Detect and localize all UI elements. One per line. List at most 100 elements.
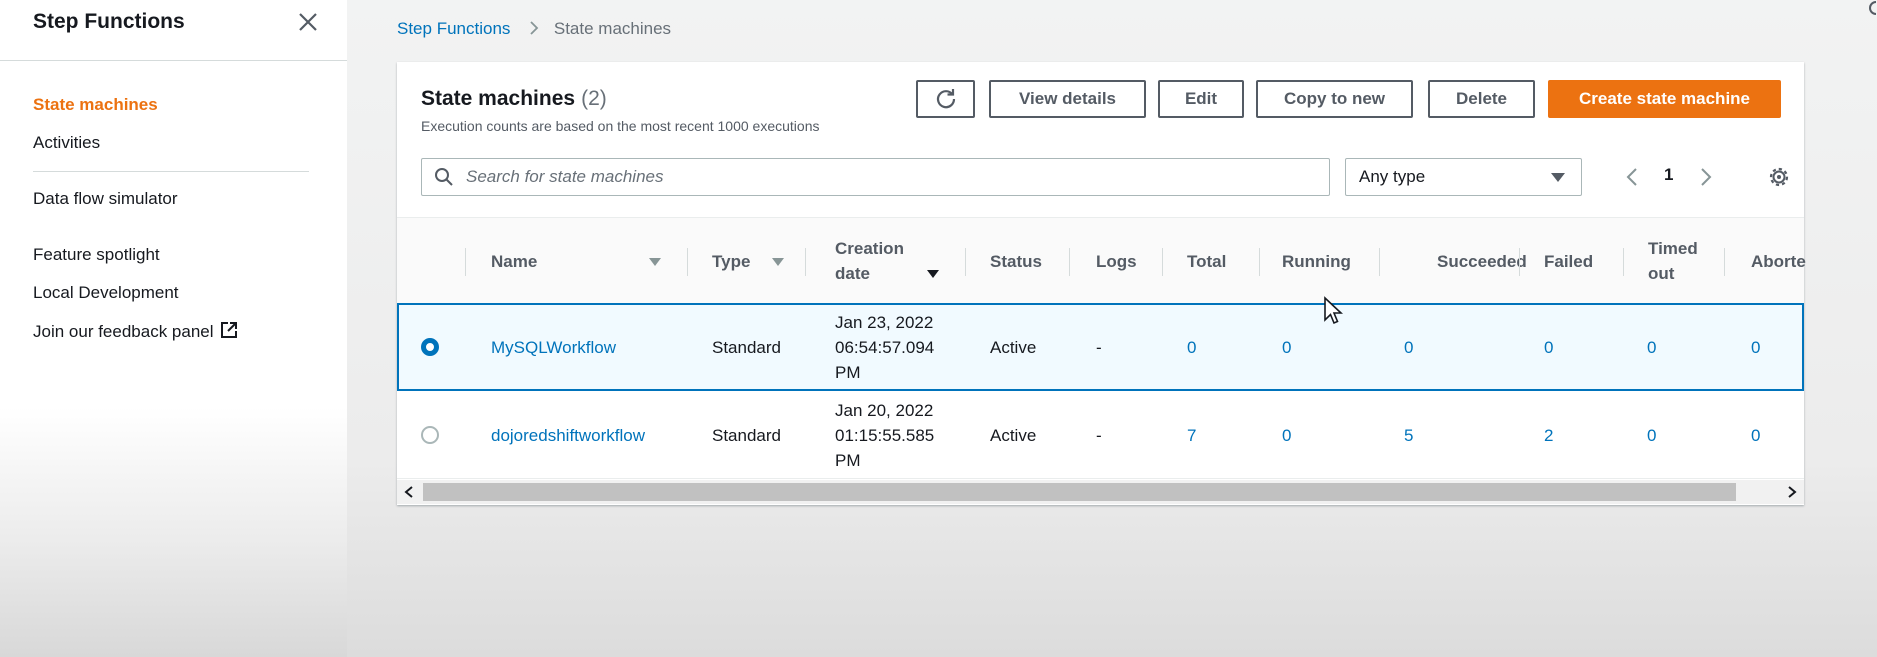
creation-date-cell: Jan 20, 2022 01:15:55.585 PM <box>835 398 934 473</box>
sidebar-item-feature-spotlight[interactable]: Feature spotlight <box>33 245 160 265</box>
sort-caret-active-icon[interactable] <box>927 270 939 278</box>
column-divider <box>805 248 806 276</box>
search-input[interactable] <box>466 167 1329 187</box>
column-header-timed-out[interactable]: Timed out <box>1648 236 1698 286</box>
external-link-icon <box>220 322 237 338</box>
sidebar-item-state-machines[interactable]: State machines <box>33 95 158 115</box>
type-cell: Standard <box>712 338 781 357</box>
sidenav-header: Step Functions <box>0 0 347 61</box>
logs-cell: - <box>1096 426 1102 445</box>
column-divider <box>687 248 688 276</box>
aborted-count-link[interactable]: 0 <box>1751 423 1760 448</box>
sidebar-item-activities[interactable]: Activities <box>33 133 100 153</box>
search-field[interactable] <box>421 158 1330 196</box>
column-divider <box>1379 248 1380 276</box>
creation-date-line: 06:54:57.094 <box>835 338 935 357</box>
failed-count-link[interactable]: 2 <box>1544 423 1553 448</box>
scrollbar-thumb[interactable] <box>423 483 1736 501</box>
refresh-icon <box>936 89 955 109</box>
timed-out-count-link[interactable]: 0 <box>1647 423 1656 448</box>
close-icon[interactable] <box>296 10 320 34</box>
sidebar-item-feedback-panel[interactable]: Join our feedback panel <box>33 321 238 342</box>
state-machine-name-link[interactable]: dojoredshiftworkflow <box>491 423 645 448</box>
column-header-creation-date[interactable]: Creation date <box>835 236 904 286</box>
column-header-succeeded[interactable]: Succeeded <box>1437 249 1527 274</box>
column-header-failed[interactable]: Failed <box>1544 249 1593 274</box>
column-header-status[interactable]: Status <box>990 249 1042 274</box>
copy-to-new-button[interactable]: Copy to new <box>1256 80 1413 118</box>
panel-title-text: State machines <box>421 87 576 110</box>
aborted-count-link[interactable]: 0 <box>1751 335 1760 360</box>
search-icon <box>435 168 453 186</box>
edit-button[interactable]: Edit <box>1158 80 1244 118</box>
panel-title: State machines (2) <box>421 87 607 111</box>
creation-date-cell: Jan 23, 2022 06:54:57.094 PM <box>835 310 934 385</box>
succeeded-count-link[interactable]: 0 <box>1404 335 1413 360</box>
column-divider <box>965 248 966 276</box>
panel-description: Execution counts are based on the most r… <box>421 118 820 134</box>
column-divider <box>1724 248 1725 276</box>
delete-button[interactable]: Delete <box>1428 80 1535 118</box>
sort-caret-icon[interactable] <box>649 258 661 266</box>
total-count-link[interactable]: 7 <box>1187 423 1196 448</box>
view-details-button[interactable]: View details <box>989 80 1146 118</box>
current-page[interactable]: 1 <box>1664 165 1673 185</box>
sidebar-item-local-development[interactable]: Local Development <box>33 283 179 303</box>
type-filter-value: Any type <box>1359 167 1426 186</box>
column-header-logs[interactable]: Logs <box>1096 249 1137 274</box>
creation-date-line: Jan 20, 2022 <box>835 401 934 420</box>
refresh-button[interactable] <box>916 80 975 118</box>
chevron-right-icon[interactable] <box>1699 166 1713 188</box>
column-divider <box>1162 248 1163 276</box>
running-count-link[interactable]: 0 <box>1282 335 1291 360</box>
chevron-left-icon[interactable] <box>1625 166 1639 188</box>
table-row[interactable]: dojoredshiftworkflow Standard Jan 20, 20… <box>397 391 1804 479</box>
create-state-machine-button[interactable]: Create state machine <box>1548 80 1781 118</box>
column-header-total[interactable]: Total <box>1187 249 1226 274</box>
caret-down-icon <box>1551 172 1565 182</box>
column-divider <box>1259 248 1260 276</box>
column-header-name[interactable]: Name <box>491 249 537 274</box>
column-header-type[interactable]: Type <box>712 249 750 274</box>
row-radio[interactable] <box>421 426 439 444</box>
column-header-line: Creation <box>835 239 904 258</box>
column-header-aborted[interactable]: Aborte <box>1751 249 1806 274</box>
status-cell: Active <box>990 426 1037 445</box>
breadcrumb-step-functions[interactable]: Step Functions <box>397 19 510 38</box>
creation-date-line: Jan 23, 2022 <box>835 313 934 332</box>
creation-date-line: PM <box>835 451 861 470</box>
succeeded-count-link[interactable]: 5 <box>1404 423 1413 448</box>
timed-out-count-link[interactable]: 0 <box>1647 335 1656 360</box>
breadcrumb: Step Functions State machines <box>397 19 671 39</box>
column-header-line: date <box>835 264 870 283</box>
column-header-running[interactable]: Running <box>1282 249 1351 274</box>
creation-date-line: 01:15:55.585 <box>835 426 935 445</box>
mouse-cursor-icon <box>1324 296 1343 325</box>
total-count-link[interactable]: 0 <box>1187 335 1196 360</box>
chevron-right-icon <box>530 21 539 35</box>
scroll-right-icon[interactable] <box>1786 485 1798 499</box>
state-machine-name-link[interactable]: MySQLWorkflow <box>491 335 616 360</box>
table-row[interactable]: MySQLWorkflow Standard Jan 23, 2022 06:5… <box>397 303 1804 391</box>
sidebar-item-data-flow-simulator[interactable]: Data flow simulator <box>33 189 178 209</box>
failed-count-link[interactable]: 0 <box>1544 335 1553 360</box>
row-radio[interactable] <box>421 338 439 356</box>
sidebar-item-label: Join our feedback panel <box>33 322 214 341</box>
column-header-line: Timed <box>1648 239 1698 258</box>
column-divider <box>1623 248 1624 276</box>
breadcrumb-state-machines: State machines <box>553 19 672 38</box>
sort-caret-icon[interactable] <box>772 258 784 266</box>
running-count-link[interactable]: 0 <box>1282 423 1291 448</box>
panel-count: (2) <box>581 87 607 110</box>
column-header-line: out <box>1648 264 1675 283</box>
scroll-left-icon[interactable] <box>403 485 415 499</box>
nav-divider <box>33 171 309 172</box>
status-cell: Active <box>990 338 1037 357</box>
state-machines-panel: State machines (2) Execution counts are b… <box>397 62 1806 505</box>
horizontal-scrollbar[interactable] <box>397 480 1804 504</box>
gear-icon[interactable] <box>1767 165 1791 189</box>
type-filter-select[interactable]: Any type <box>1345 158 1582 196</box>
column-divider <box>1069 248 1070 276</box>
creation-date-line: PM <box>835 363 861 382</box>
column-divider <box>1519 248 1520 276</box>
